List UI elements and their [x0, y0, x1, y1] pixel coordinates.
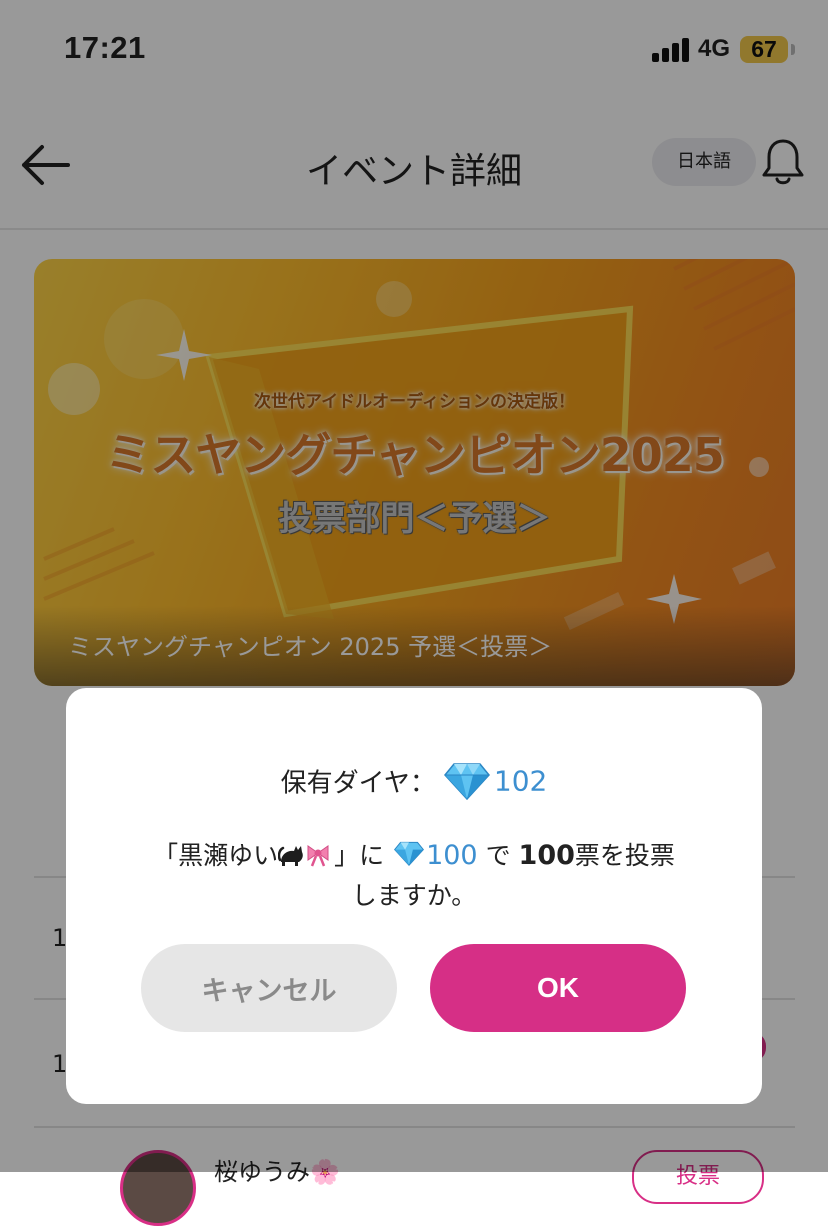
diamond-cost: 100 — [426, 840, 478, 871]
confirm-de: で — [485, 841, 511, 870]
confirm-line-2: しますか。 — [351, 881, 477, 910]
vote-count: 100 — [518, 840, 575, 871]
ok-button[interactable]: OK — [430, 944, 686, 1032]
vote-confirm-dialog: 保有ダイヤ： 102 「黒瀬ゆい 」に 100 で 100票を投票 しますか。 — [66, 688, 762, 1104]
diamond-icon — [394, 841, 425, 866]
diamond-balance: 保有ダイヤ： 102 — [66, 762, 762, 800]
diamond-icon — [443, 763, 490, 800]
balance-label: 保有ダイヤ： — [280, 768, 436, 799]
cancel-button[interactable]: キャンセル — [141, 944, 397, 1032]
balance-value: 102 — [493, 764, 548, 798]
vote-confirm-message: 「黒瀬ゆい 」に 100 で 100票を投票 しますか。 — [96, 838, 732, 914]
cat-bow-emoji — [277, 838, 334, 878]
confirm-tail: 票を投票 — [574, 841, 675, 870]
confirm-target-open: 「黒瀬ゆい — [153, 841, 279, 870]
confirm-target-close: 」に — [334, 841, 385, 870]
